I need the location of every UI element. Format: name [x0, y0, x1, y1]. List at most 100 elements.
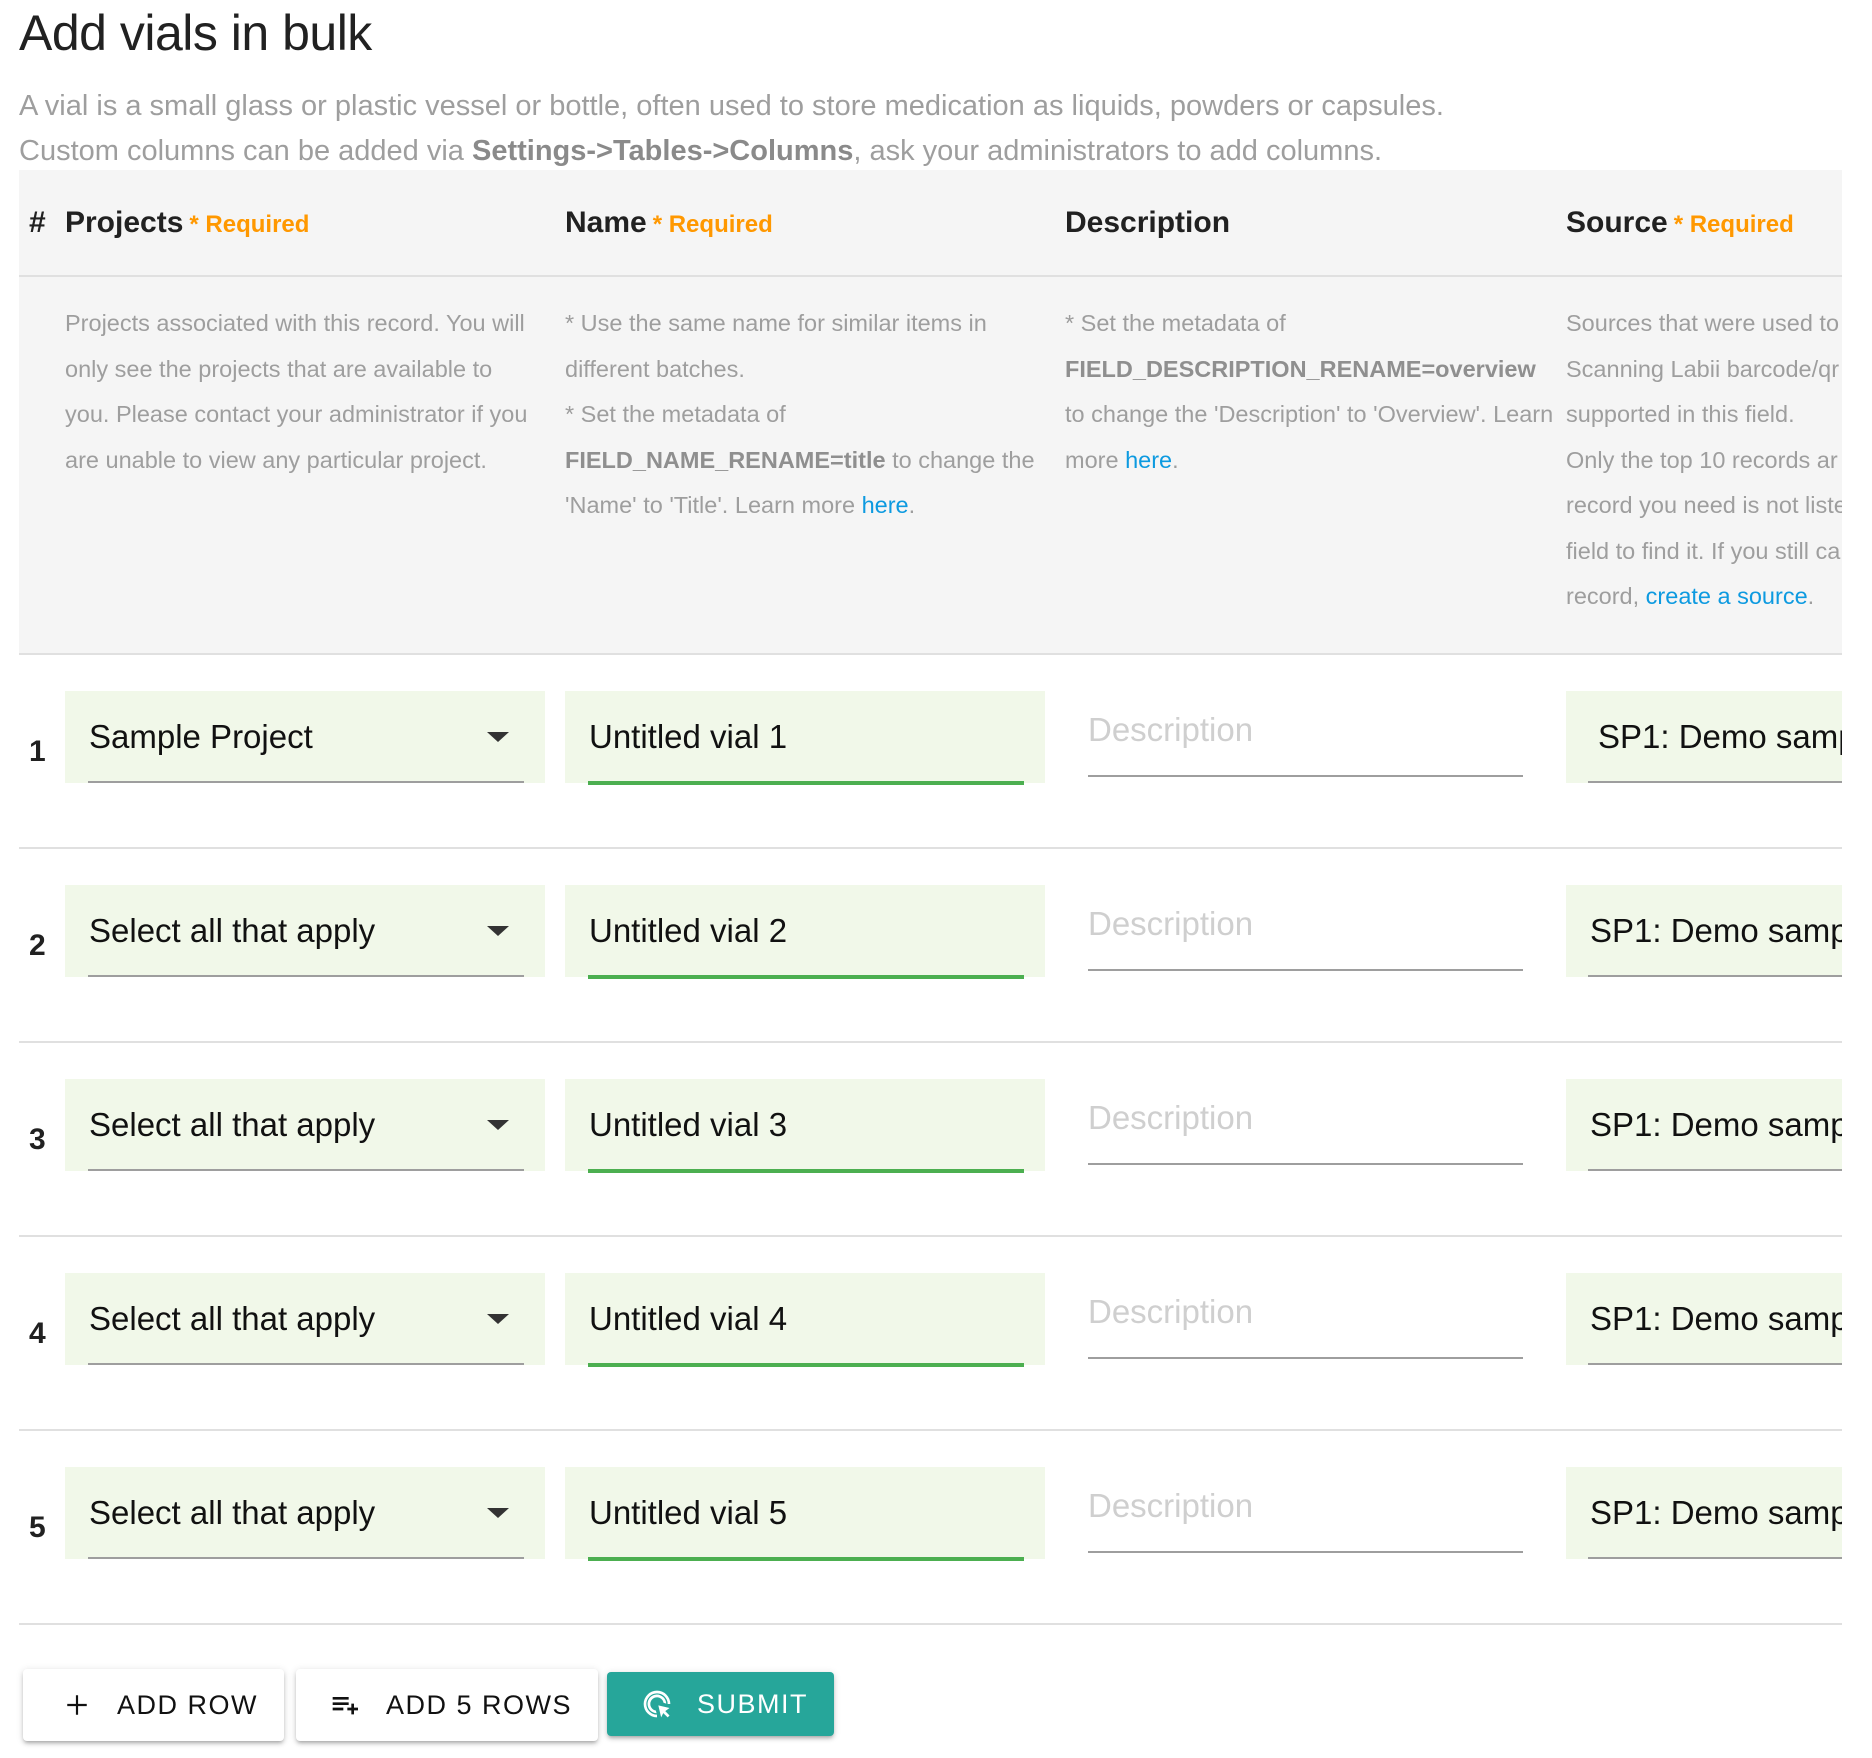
hint-source: Sources that were used to Scanning Labii…: [1566, 310, 1842, 609]
description-input[interactable]: Description: [1088, 1467, 1523, 1553]
intro-line-2: Custom columns can be added via Settings…: [19, 135, 1383, 167]
description-input[interactable]: Description: [1088, 1079, 1523, 1165]
column-hints-row: Projects associated with this record. Yo…: [19, 277, 1842, 655]
projects-select[interactable]: Sample Project: [65, 691, 545, 783]
name-input[interactable]: Untitled vial 2: [565, 885, 1045, 979]
field-underline: [1088, 1357, 1523, 1359]
field-underline: [588, 1169, 1024, 1173]
description-placeholder: Description: [1088, 905, 1254, 942]
dropdown-arrow-icon[interactable]: [487, 926, 509, 936]
create-source-link[interactable]: create a source: [1646, 583, 1808, 609]
page-intro: A vial is a small glass or plastic vesse…: [19, 84, 1444, 174]
name-value: Untitled vial 5: [589, 1494, 788, 1531]
hint-description: * Set the metadata of FIELD_DESCRIPTION_…: [1065, 310, 1554, 473]
add-row-label: ADD ROW: [117, 1689, 258, 1720]
row-number: 4: [29, 1317, 46, 1350]
required-marker: * Required: [652, 211, 773, 238]
field-underline: [1088, 1551, 1523, 1553]
field-underline: [1088, 969, 1523, 971]
projects-select[interactable]: Select all that apply: [65, 1079, 545, 1171]
dropdown-arrow-icon[interactable]: [487, 732, 509, 742]
intro-line-1: A vial is a small glass or plastic vesse…: [19, 90, 1444, 122]
projects-value: Sample Project: [89, 718, 313, 755]
required-marker: * Required: [1673, 211, 1794, 238]
row-number: 5: [29, 1511, 46, 1544]
description-placeholder: Description: [1088, 1293, 1254, 1330]
source-value: SP1: Demo samp: [1598, 718, 1842, 755]
projects-select[interactable]: Select all that apply: [65, 1467, 545, 1559]
bulk-add-table: # Projects * Required Name * Required Desc…: [19, 170, 1842, 1625]
projects-value: Select all that apply: [89, 1300, 376, 1337]
table-row: 5 Select all that apply Untitled vial 5 Des…: [19, 1431, 1842, 1625]
field-underline: [88, 1363, 524, 1365]
row-number: 3: [29, 1123, 46, 1156]
source-select[interactable]: SP1: Demo sampl: [1566, 1273, 1842, 1365]
submit-label: SUBMIT: [697, 1688, 809, 1719]
table-row: 3 Select all that apply Untitled vial 3 Des…: [19, 1043, 1842, 1237]
dropdown-arrow-icon[interactable]: [487, 1120, 509, 1130]
submit-button[interactable]: SUBMIT: [607, 1672, 834, 1736]
projects-value: Select all that apply: [89, 1494, 376, 1531]
source-select[interactable]: SP1: Demo sampl: [1566, 1467, 1842, 1559]
required-marker: * Required: [189, 211, 310, 238]
field-underline: [1588, 781, 1842, 783]
name-input[interactable]: Untitled vial 3: [565, 1079, 1045, 1173]
add-5-rows-label: ADD 5 ROWS: [386, 1689, 573, 1720]
source-value: SP1: Demo sampl: [1590, 1300, 1842, 1337]
column-header-name: Name * Required: [565, 206, 773, 239]
column-header-source: Source * Required: [1566, 206, 1794, 239]
description-placeholder: Description: [1088, 1487, 1254, 1524]
name-input[interactable]: Untitled vial 4: [565, 1273, 1045, 1367]
add-5-rows-button[interactable]: ADD 5 ROWS: [296, 1669, 598, 1741]
learn-more-name-link[interactable]: here: [862, 492, 909, 518]
name-input[interactable]: Untitled vial 5: [565, 1467, 1045, 1561]
page-title: Add vials in bulk: [19, 5, 372, 61]
hint-name: * Use the same name for similar items in…: [565, 310, 1035, 518]
field-underline: [88, 781, 524, 783]
table-row: 2 Select all that apply Untitled vial 2 Des…: [19, 849, 1842, 1043]
description-input[interactable]: Description: [1088, 691, 1523, 777]
learn-more-description-link[interactable]: here: [1125, 447, 1172, 473]
description-input[interactable]: Description: [1088, 885, 1523, 971]
table-header: # Projects * Required Name * Required Desc…: [19, 170, 1842, 277]
field-underline: [88, 975, 524, 977]
table-row: 1 Sample Project Untitled vial 1 Descriptio…: [19, 655, 1842, 849]
field-underline: [588, 781, 1024, 785]
dropdown-arrow-icon[interactable]: [487, 1314, 509, 1324]
settings-path: Settings->Tables->Columns: [471, 135, 854, 167]
add-row-button[interactable]: ADD ROW: [23, 1669, 284, 1741]
hint-projects: Projects associated with this record. Yo…: [65, 310, 528, 473]
projects-value: Select all that apply: [89, 912, 376, 949]
source-select[interactable]: SP1: Demo sampl: [1566, 885, 1842, 977]
source-select[interactable]: SP1: Demo samp: [1566, 691, 1842, 783]
field-underline: [1088, 775, 1523, 777]
source-value: SP1: Demo sampl: [1590, 912, 1842, 949]
projects-value: Select all that apply: [89, 1106, 376, 1143]
source-value: SP1: Demo sampl: [1590, 1494, 1842, 1531]
column-header-description: Description: [1065, 206, 1231, 239]
projects-select[interactable]: Select all that apply: [65, 1273, 545, 1365]
field-underline: [88, 1169, 524, 1171]
dropdown-arrow-icon[interactable]: [487, 1508, 509, 1518]
name-value: Untitled vial 1: [589, 718, 788, 755]
field-underline: [588, 1363, 1024, 1367]
source-value: SP1: Demo sampl: [1590, 1106, 1842, 1143]
field-underline: [1588, 975, 1842, 977]
field-underline: [1588, 1169, 1842, 1171]
column-header-projects: Projects * Required: [65, 206, 310, 239]
field-underline: [588, 1557, 1024, 1561]
projects-select[interactable]: Select all that apply: [65, 885, 545, 977]
cursor-click-icon: [641, 1688, 673, 1720]
name-value: Untitled vial 2: [589, 912, 788, 949]
row-number: 2: [29, 929, 46, 962]
field-underline: [1088, 1163, 1523, 1165]
name-input[interactable]: Untitled vial 1: [565, 691, 1045, 785]
name-value: Untitled vial 3: [589, 1106, 788, 1143]
description-placeholder: Description: [1088, 711, 1254, 748]
source-select[interactable]: SP1: Demo sampl: [1566, 1079, 1842, 1171]
playlist-add-icon: [330, 1689, 362, 1721]
name-value: Untitled vial 4: [589, 1300, 788, 1337]
description-input[interactable]: Description: [1088, 1273, 1523, 1359]
table-row: 4 Select all that apply Untitled vial 4 Des…: [19, 1237, 1842, 1431]
column-header-number: #: [29, 206, 46, 239]
